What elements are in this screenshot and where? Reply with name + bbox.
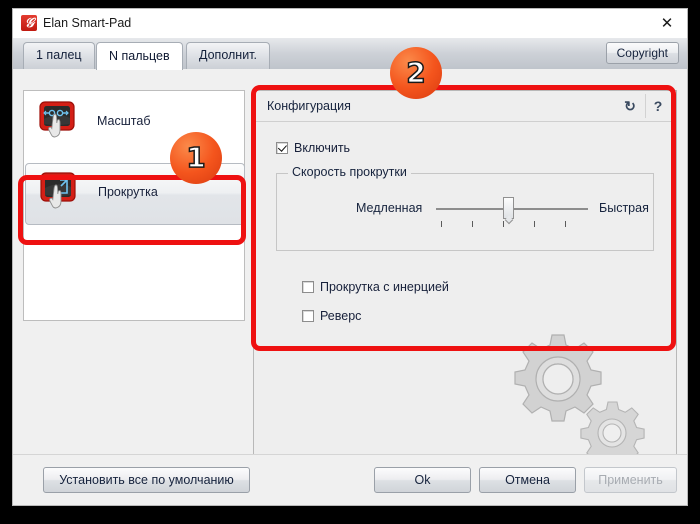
tab-strip: 1 палец N пальцев Дополнит. Copyright — [13, 38, 687, 70]
sidebar-item-label-zoom: Масштаб — [97, 114, 151, 128]
slider-tick — [503, 221, 504, 227]
tab-one-finger[interactable]: 1 палец — [23, 42, 95, 69]
scroll-speed-group-label: Скорость прокрутки — [288, 165, 411, 179]
touchpad-pinch-icon — [39, 101, 75, 138]
copyright-button[interactable]: Copyright — [605, 42, 679, 64]
configuration-header: Конфигурация ↻ ? — [254, 91, 676, 122]
tab-n-fingers[interactable]: N пальцев — [96, 42, 183, 70]
tab-additional[interactable]: Дополнит. — [186, 42, 270, 69]
body-area: Масштаб Прокрутка Конфигурация ↻ ? Включ… — [13, 69, 687, 505]
reverse-label: Реверс — [320, 309, 362, 323]
sidebar-item-zoom[interactable]: Масштаб — [25, 93, 245, 155]
slider-tick — [565, 221, 566, 227]
close-icon[interactable]: ✕ — [653, 13, 681, 34]
slider-fast-label: Быстрая — [599, 201, 649, 215]
inertial-scroll-checkbox[interactable]: Прокрутка с инерцией — [302, 280, 449, 294]
sidebar-item-scroll[interactable]: Прокрутка — [25, 163, 245, 225]
scroll-speed-group — [276, 173, 654, 251]
ok-button[interactable]: Ok — [374, 467, 471, 493]
reverse-checkbox-box — [302, 310, 314, 322]
footer-bar: Установить все по умолчанию Ok Отмена Пр… — [13, 454, 687, 505]
inertial-scroll-checkbox-box — [302, 281, 314, 293]
title-bar: 𝒢 Elan Smart-Pad ✕ — [13, 9, 687, 39]
screenshot-root: 𝒢 Elan Smart-Pad ✕ 1 палец N пальцев Доп… — [0, 0, 700, 524]
application-window: 𝒢 Elan Smart-Pad ✕ 1 палец N пальцев Доп… — [13, 9, 687, 505]
enable-checkbox-box — [276, 142, 288, 154]
configuration-title: Конфигурация — [267, 99, 351, 113]
set-all-defaults-button[interactable]: Установить все по умолчанию — [43, 467, 250, 493]
enable-checkbox-label: Включить — [294, 141, 351, 155]
scroll-speed-slider-thumb[interactable] — [503, 197, 514, 219]
cancel-button[interactable]: Отмена — [479, 467, 576, 493]
slider-tick — [472, 221, 473, 227]
apply-button: Применить — [584, 467, 677, 493]
help-icon[interactable]: ? — [645, 94, 670, 118]
inertial-scroll-label: Прокрутка с инерцией — [320, 280, 449, 294]
slider-slow-label: Медленная — [356, 201, 423, 215]
window-title: Elan Smart-Pad — [43, 16, 132, 30]
sidebar-item-label-scroll: Прокрутка — [98, 185, 158, 199]
configuration-panel: Конфигурация ↻ ? Включить Скорость прокр… — [253, 90, 677, 494]
enable-checkbox[interactable]: Включить — [276, 141, 350, 155]
elan-logo-icon: 𝒢 — [21, 15, 37, 31]
slider-tick — [441, 221, 442, 227]
touchpad-scroll-icon — [40, 172, 76, 209]
gesture-list-panel: Масштаб Прокрутка — [23, 90, 245, 321]
refresh-icon[interactable]: ↻ — [618, 94, 642, 118]
slider-tick — [534, 221, 535, 227]
reverse-checkbox[interactable]: Реверс — [302, 309, 361, 323]
